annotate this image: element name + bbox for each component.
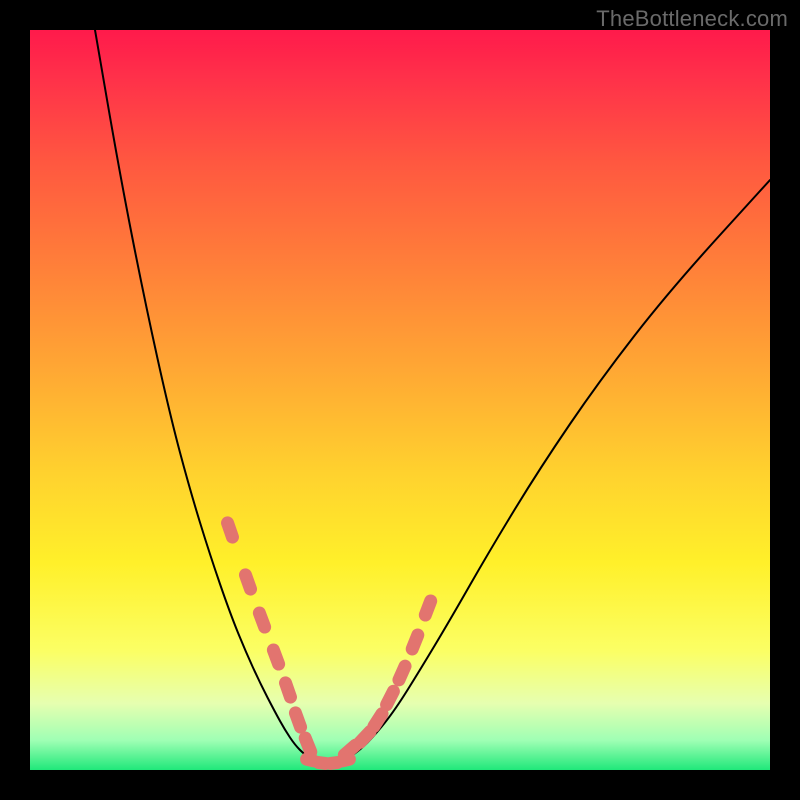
plot-area [30, 30, 770, 770]
chart-frame: TheBottleneck.com [0, 0, 800, 800]
watermark-text: TheBottleneck.com [596, 6, 788, 32]
curve-marker [404, 627, 426, 658]
curve-marker [237, 567, 259, 598]
curve-marker [277, 675, 299, 706]
bottleneck-curve-line [95, 30, 770, 762]
marker-band [219, 515, 439, 770]
curve-marker [265, 642, 287, 673]
bottleneck-chart [30, 30, 770, 770]
curve-marker [417, 593, 439, 624]
curve-marker [287, 705, 309, 736]
curve-marker [390, 658, 413, 689]
curve-marker [219, 515, 240, 546]
curve-marker [251, 605, 273, 636]
